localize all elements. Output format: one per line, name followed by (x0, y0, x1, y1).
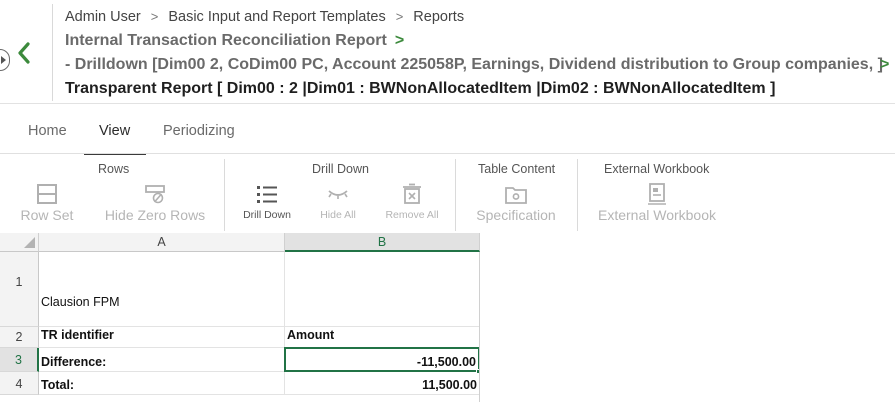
chevron-left-icon (18, 42, 30, 64)
row-set-label: Row Set (20, 207, 74, 223)
report-title-text: Internal Transaction Reconciliation Repo… (65, 32, 387, 49)
ribbon-toolbar: Rows Row Set Hide Zero Rows Drill Down D… (0, 155, 895, 233)
drilldown-title-text: - Drilldown [Dim00 2, CoDim00 PC, Accoun… (65, 56, 883, 73)
select-all-corner[interactable] (0, 233, 39, 252)
row-set-icon (37, 184, 57, 204)
title-chevron-icon: > (880, 56, 890, 73)
report-title-line-1[interactable]: Internal Transaction Reconciliation Repo… (65, 32, 404, 50)
grid-right-border (479, 252, 480, 402)
tab-home[interactable]: Home (28, 123, 67, 139)
group-divider (224, 159, 225, 231)
cell-b2[interactable]: Amount (285, 327, 480, 348)
report-header: Admin User > Basic Input and Report Templa… (0, 0, 895, 103)
hide-all-button[interactable]: Hide All (314, 183, 362, 221)
column-header-b[interactable]: B (285, 233, 480, 252)
tab-periodizing[interactable]: Periodizing (163, 123, 235, 139)
drill-down-label: Drill Down (243, 209, 291, 221)
cell-a1[interactable]: Clausion FPM (39, 252, 285, 327)
group-divider (455, 159, 456, 231)
cell-a4[interactable]: Total: (39, 372, 285, 395)
specification-label: Specification (476, 207, 556, 223)
ribbon-tabs: Home View Periodizing (0, 104, 895, 156)
spreadsheet-grid: A B 1 2 3 4 Clausion FPM TR identifier A… (0, 233, 481, 402)
row-header-3[interactable]: 3 (0, 348, 39, 372)
report-title-line-2[interactable]: - Drilldown [Dim00 2, CoDim00 PC, Accoun… (65, 56, 883, 74)
breadcrumb: Admin User > Basic Input and Report Templa… (65, 9, 464, 25)
row-set-button[interactable]: Row Set (18, 183, 76, 223)
document-icon (648, 183, 666, 205)
drill-down-button[interactable]: Drill Down (238, 183, 296, 221)
row-header-4[interactable]: 4 (0, 372, 39, 395)
hide-zero-rows-label: Hide Zero Rows (104, 207, 206, 223)
group-title-table-content: Table Content (478, 162, 556, 176)
external-workbook-button[interactable]: External Workbook (592, 183, 722, 223)
tab-view[interactable]: View (99, 123, 130, 139)
row-header-2[interactable]: 2 (0, 327, 39, 348)
cell-b1[interactable] (285, 252, 480, 327)
column-header-a[interactable]: A (39, 233, 285, 252)
collapse-panel-toggle[interactable] (0, 49, 10, 71)
breadcrumb-item-admin-user[interactable]: Admin User (65, 9, 141, 25)
cell-b4[interactable]: 11,500.00 (285, 372, 480, 395)
breadcrumb-separator: > (150, 9, 159, 24)
transparent-report-title: Transparent Report [ Dim00 : 2 |Dim01 : … (65, 80, 776, 97)
remove-all-button[interactable]: Remove All (382, 183, 442, 221)
hide-all-label: Hide All (320, 209, 356, 221)
external-workbook-label: External Workbook (597, 207, 716, 223)
folder-gear-icon (505, 187, 527, 204)
list-icon (257, 186, 277, 203)
hide-zero-rows-button[interactable]: Hide Zero Rows (102, 183, 208, 223)
group-title-external-workbook: External Workbook (604, 162, 710, 176)
trash-icon (403, 183, 421, 204)
back-button[interactable] (14, 40, 34, 66)
report-title-line-3: Transparent Report [ Dim00 : 2 |Dim01 : … (65, 80, 775, 98)
select-all-icon (24, 237, 35, 248)
cell-b3[interactable]: -11,500.00 (284, 347, 480, 372)
breadcrumb-item-reports[interactable]: Reports (413, 9, 464, 25)
eye-hidden-icon (328, 190, 348, 199)
group-title-rows: Rows (98, 162, 130, 176)
cell-a3[interactable]: Difference: (39, 348, 285, 372)
title-chevron-icon: > (394, 32, 405, 49)
breadcrumb-separator: > (395, 9, 404, 24)
group-divider (577, 159, 578, 231)
specification-button[interactable]: Specification (470, 183, 562, 223)
header-divider (52, 4, 53, 101)
row-header-1[interactable]: 1 (0, 252, 39, 327)
hide-rows-icon (145, 185, 165, 204)
cell-a2[interactable]: TR identifier (39, 327, 285, 348)
remove-all-label: Remove All (385, 209, 439, 221)
breadcrumb-item-templates[interactable]: Basic Input and Report Templates (168, 9, 385, 25)
chevron-right-icon (1, 56, 6, 64)
group-title-drill-down: Drill Down (312, 162, 369, 176)
